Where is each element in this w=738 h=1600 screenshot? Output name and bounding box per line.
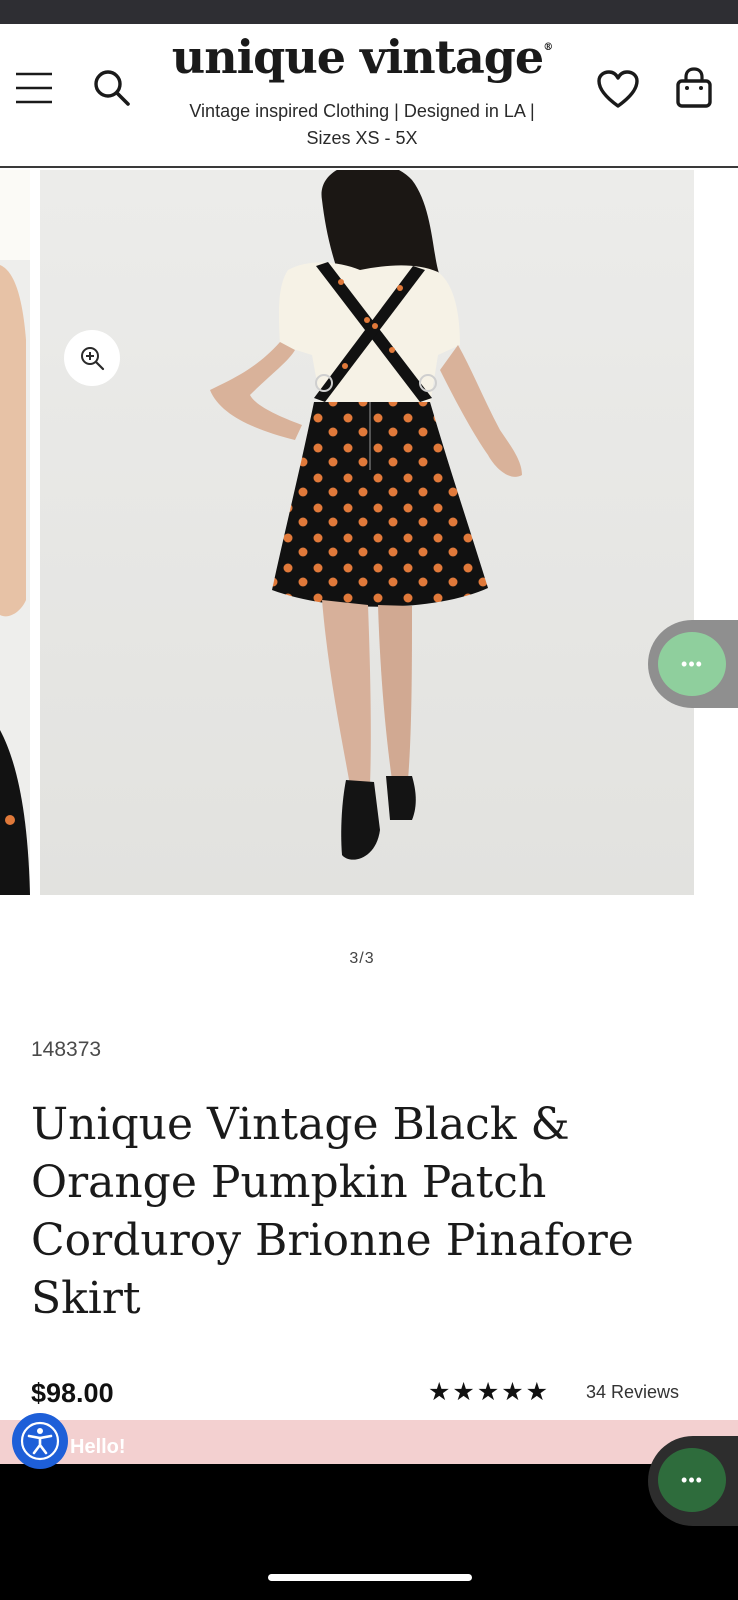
- registered-mark: ®: [543, 42, 553, 53]
- image-counter: 3/3: [349, 950, 375, 967]
- promo-greeting: Hello!: [70, 1436, 126, 1458]
- rating-stars[interactable]: ★★★★★: [428, 1377, 550, 1407]
- previous-slide-image: [0, 170, 30, 895]
- search-button[interactable]: [86, 62, 138, 114]
- product-sku: 148373: [31, 1038, 102, 1061]
- product-price: $98.00: [31, 1378, 114, 1408]
- chat-button[interactable]: •••: [658, 632, 726, 696]
- more-dots-icon-secondary: •••: [681, 1469, 703, 1490]
- chat-button-secondary[interactable]: •••: [658, 1448, 726, 1512]
- model-back-view-image: [40, 170, 694, 895]
- menu-icon: [16, 72, 52, 104]
- brand-tagline: Vintage inspired Clothing | Designed in …: [189, 101, 535, 148]
- product-title: Unique Vintage Black & Orange Pumpkin Pa…: [31, 1099, 634, 1324]
- home-indicator[interactable]: [268, 1574, 472, 1581]
- menu-button[interactable]: [8, 62, 60, 114]
- status-bar: [0, 0, 738, 24]
- reviews-link[interactable]: 34 Reviews: [586, 1382, 679, 1403]
- previous-slide-peek[interactable]: [0, 170, 30, 895]
- accessibility-button[interactable]: [12, 1413, 68, 1469]
- star-icons: ★★★★★: [428, 1378, 551, 1406]
- heart-icon: [597, 70, 639, 108]
- main-product-photo[interactable]: [40, 170, 694, 895]
- search-icon: [94, 70, 130, 106]
- brand-logo[interactable]: unique vintage®: [150, 30, 574, 84]
- shopping-bag-icon: [676, 67, 712, 108]
- wishlist-button[interactable]: [592, 64, 644, 116]
- site-header: unique vintage® Vintage inspired Clothin…: [0, 24, 738, 168]
- accessibility-icon: [20, 1421, 60, 1461]
- product-image-gallery[interactable]: [0, 170, 738, 895]
- brand-logo-text: unique vintage: [171, 30, 544, 84]
- more-dots-icon: •••: [681, 653, 703, 674]
- cart-button[interactable]: [668, 62, 720, 114]
- zoom-in-icon: [81, 347, 105, 371]
- zoom-button[interactable]: [64, 330, 120, 386]
